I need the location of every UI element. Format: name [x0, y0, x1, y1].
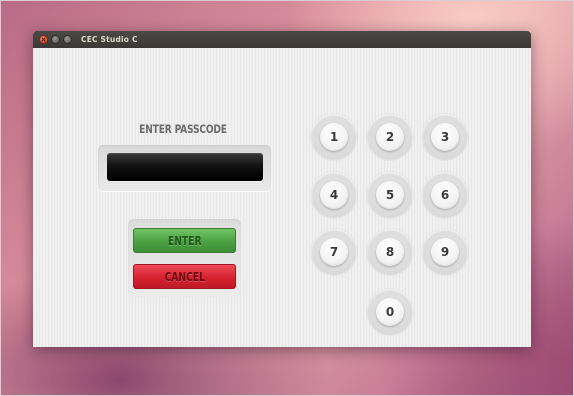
keypad-key-3-label: 3 [431, 123, 459, 151]
cancel-button-label: CANCEL [164, 270, 205, 284]
window-title: CEC Studio C [81, 35, 138, 44]
passcode-display [107, 153, 263, 181]
keypad-key-8[interactable]: 8 [367, 229, 413, 275]
keypad-key-6[interactable]: 6 [422, 172, 468, 218]
minimize-icon[interactable] [51, 35, 60, 44]
keypad-key-0[interactable]: 0 [367, 289, 413, 335]
keypad-key-4-label: 4 [320, 181, 348, 209]
keypad-key-7-label: 7 [320, 238, 348, 266]
keypad-key-0-label: 0 [376, 298, 404, 326]
keypad-key-2[interactable]: 2 [367, 114, 413, 160]
keypad-key-6-label: 6 [431, 181, 459, 209]
passcode-panel: ENTER PASSCODE ENTER CANCEL 1 2 3 4 5 6 … [33, 48, 531, 347]
cancel-button[interactable]: CANCEL [133, 264, 236, 289]
keypad-key-2-label: 2 [376, 123, 404, 151]
keypad-key-9-label: 9 [431, 238, 459, 266]
keypad-key-3[interactable]: 3 [422, 114, 468, 160]
maximize-icon[interactable] [63, 35, 72, 44]
keypad-key-7[interactable]: 7 [311, 229, 357, 275]
keypad-key-1-label: 1 [320, 123, 348, 151]
keypad-key-5-label: 5 [376, 181, 404, 209]
keypad-key-4[interactable]: 4 [311, 172, 357, 218]
app-window: CEC Studio C ENTER PASSCODE ENTER CANCEL… [33, 31, 531, 347]
keypad-key-9[interactable]: 9 [422, 229, 468, 275]
keypad-key-8-label: 8 [376, 238, 404, 266]
close-icon[interactable] [39, 35, 48, 44]
title-bar: CEC Studio C [33, 31, 531, 48]
keypad-key-1[interactable]: 1 [311, 114, 357, 160]
keypad-key-5[interactable]: 5 [367, 172, 413, 218]
enter-button-label: ENTER [167, 234, 202, 248]
enter-button[interactable]: ENTER [133, 228, 236, 253]
passcode-label: ENTER PASSCODE [139, 122, 227, 136]
